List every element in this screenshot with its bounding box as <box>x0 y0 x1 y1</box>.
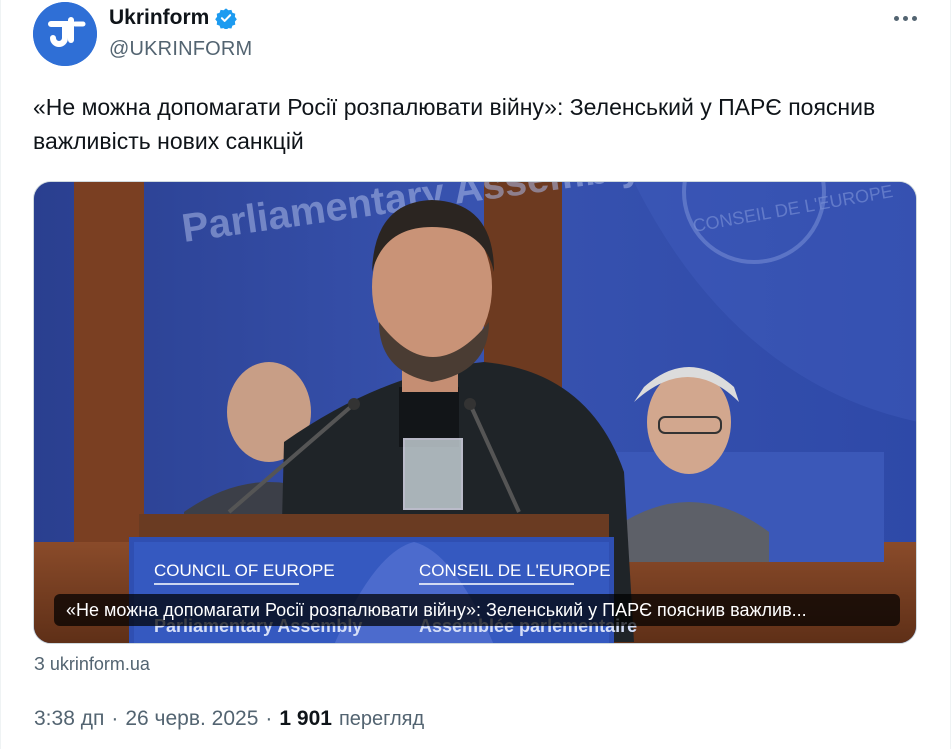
media-caption: «Не можна допомагати Росії розпалювати в… <box>54 594 900 626</box>
account-name-row: Ukrinform <box>109 6 238 30</box>
views-count: 1 901 <box>279 707 332 730</box>
more-dots-icon <box>911 15 917 21</box>
verified-badge-icon <box>215 8 238 29</box>
meta-separator: · <box>111 707 119 730</box>
meta-separator: · <box>265 707 273 730</box>
account-handle[interactable]: @UKRINFORM <box>109 38 252 61</box>
more-dots-icon <box>893 15 899 21</box>
avatar[interactable] <box>33 2 97 66</box>
tweet-date[interactable]: 26 черв. 2025 <box>125 707 258 731</box>
podium-left-text: COUNCIL OF EUROPE <box>154 561 335 580</box>
tweet-text: «Не можна допомагати Росії розпалювати в… <box>33 94 876 154</box>
media-card[interactable]: Parliamentary Assembly CONSEIL DE L'EURO… <box>33 181 917 644</box>
ukrinform-logo-icon <box>33 2 97 66</box>
tweet-meta: 3:38 дп · 26 черв. 2025 · 1 901 перегляд <box>34 707 424 731</box>
podium-right-text: CONSEIL DE L'EUROPE <box>419 561 611 580</box>
news-photo: Parliamentary Assembly CONSEIL DE L'EURO… <box>34 182 916 643</box>
views-label: перегляд <box>338 708 425 730</box>
more-options-button[interactable] <box>889 6 921 30</box>
tweet-time[interactable]: 3:38 дп <box>34 707 104 731</box>
account-name[interactable]: Ukrinform <box>109 6 209 30</box>
more-dots-icon <box>902 15 908 21</box>
tweet-card: Ukrinform @UKRINFORM «Не можна допомагат… <box>0 0 951 749</box>
link-source[interactable]: З ukrinform.ua <box>34 654 150 675</box>
